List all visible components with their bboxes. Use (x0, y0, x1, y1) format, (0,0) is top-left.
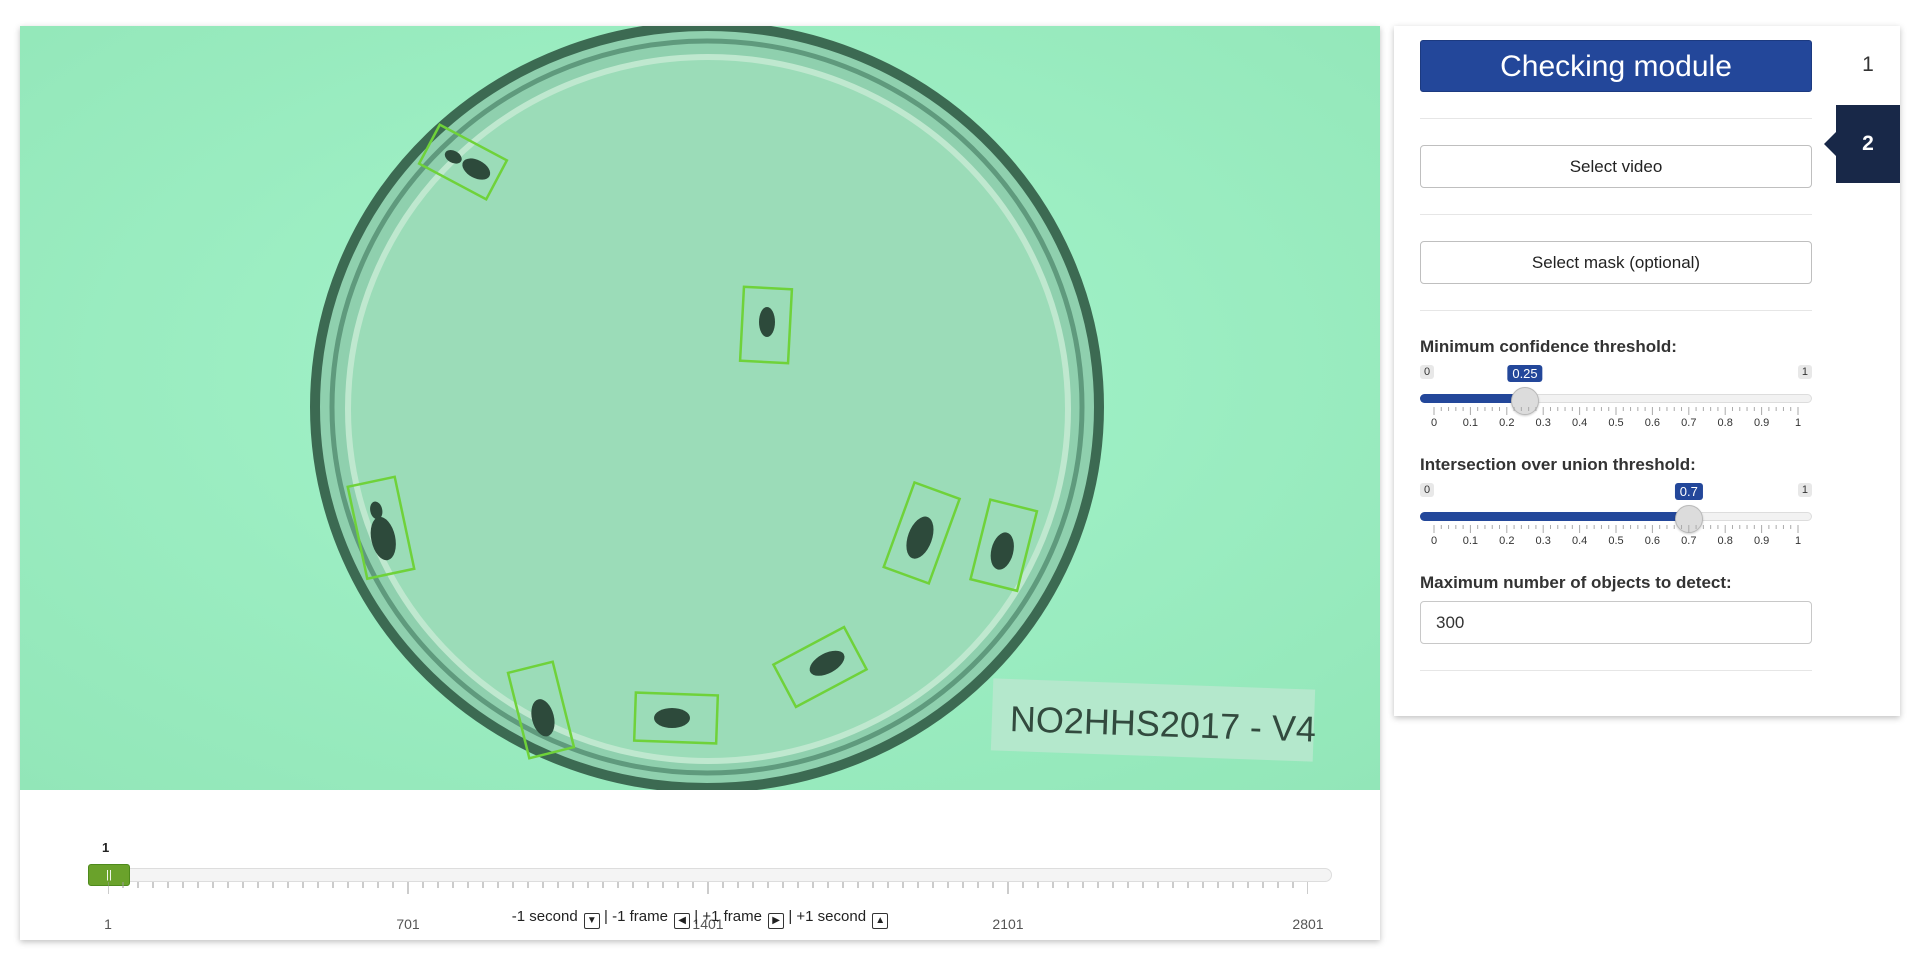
frame-slider-value: 1 (102, 840, 110, 855)
slider-grid-label: 0.3 (1535, 535, 1551, 547)
arrow-up-icon[interactable]: ▲ (872, 913, 889, 929)
slider-bar (1420, 394, 1525, 403)
slider-grid-label: 1 (1794, 417, 1802, 429)
slider-grid-ticks (1433, 525, 1799, 533)
slider-grid-label: 0.9 (1753, 417, 1770, 429)
minus-frame-label: -1 frame (612, 908, 668, 925)
slider-grid-label: 0.2 (1499, 417, 1515, 429)
slider-grid-label: 0.5 (1608, 535, 1624, 547)
slider-grid-label: 0 (1430, 417, 1438, 429)
panel-content: Checking module Select video Select mask… (1420, 40, 1812, 697)
max-objects-input[interactable]: 300 (1420, 601, 1812, 644)
slider-grid-label: 0.8 (1717, 535, 1733, 547)
slider-min-label: 0 (1420, 365, 1435, 379)
module-title-button[interactable]: Checking module (1420, 40, 1812, 92)
tab-2[interactable]: 2 (1824, 105, 1900, 183)
slider-grid-label: 0.6 (1644, 535, 1661, 547)
slider-grid-label: 0 (1430, 535, 1438, 547)
slider-grid-label: 0.7 (1681, 535, 1697, 547)
nav-separator: | (604, 908, 608, 925)
divider (1420, 118, 1812, 119)
slider-bar (1420, 512, 1689, 521)
select-mask-button[interactable]: Select mask (optional) (1420, 241, 1812, 284)
minus-second-label: -1 second (511, 908, 578, 925)
arrow-down-icon[interactable]: ▼ (583, 913, 600, 929)
slider-grid-ticks (1433, 407, 1799, 415)
video-panel: NO2HHS2017 - V4 1 || 1 701 1401 2101 280… (20, 26, 1380, 940)
slider-max-label: 1 (1797, 483, 1812, 497)
control-panel: Checking module Select video Select mask… (1394, 26, 1900, 716)
slider-grid-label: 0.6 (1644, 417, 1661, 429)
slider-grid-label: 0.2 (1499, 535, 1515, 547)
iou-threshold-slider[interactable]: 0 1 0.7 0 0.1 0.2 0.3 0.4 0.5 0.6 0.7 0.8 0.9 1 (1420, 483, 1812, 555)
plus-frame-label: +1 frame (702, 908, 762, 925)
nav-separator: | (694, 908, 699, 925)
tab-1[interactable]: 1 (1836, 26, 1900, 104)
frame-navigation: -1 second ▼ | -1 frame ◀ | +1 frame ▶ | … (20, 908, 1380, 929)
max-objects-label: Maximum number of objects to detect: (1420, 573, 1732, 592)
iou-threshold-label: Intersection over union threshold: (1420, 455, 1696, 474)
confidence-threshold-slider[interactable]: 0 1 0.25 0 0.1 0.2 0.3 0.4 0.5 0.6 0.7 0.8 0.9 1 (1420, 365, 1812, 437)
slider-value-label: 0.25 (1507, 365, 1543, 382)
divider (1420, 670, 1812, 671)
slider-max-label: 1 (1797, 365, 1812, 379)
slider-value-label: 0.7 (1674, 483, 1703, 500)
slider-grid-label: 0.4 (1571, 535, 1588, 547)
arrow-right-icon[interactable]: ▶ (768, 913, 785, 929)
frame-slider-track[interactable] (88, 868, 1332, 882)
frame-slider[interactable]: 1 || 1 701 1401 2101 2801 (88, 810, 1332, 932)
slider-grid: 0 0.1 0.2 0.3 0.4 0.5 0.6 0.7 0.8 0.9 1 (1420, 525, 1812, 555)
slider-grid-label: 0.8 (1717, 417, 1733, 429)
slider-grid-label: 0.1 (1462, 535, 1479, 547)
slider-min-label: 0 (1420, 483, 1435, 497)
slider-grid: 0 0.1 0.2 0.3 0.4 0.5 0.6 0.7 0.8 0.9 1 (1420, 407, 1812, 437)
slider-grid-label: 0.5 (1608, 417, 1624, 429)
arrow-left-icon[interactable]: ◀ (674, 913, 691, 929)
slider-grid-label: 1 (1794, 535, 1802, 547)
video-image: NO2HHS2017 - V4 (20, 26, 1380, 790)
select-video-button[interactable]: Select video (1420, 145, 1812, 188)
slider-grid-label: 0.9 (1753, 535, 1770, 547)
slider-grid-label: 0.3 (1535, 417, 1551, 429)
nav-separator: | (788, 908, 793, 925)
divider (1420, 310, 1812, 311)
video-label-sticker: NO2HHS2017 - V4 (990, 678, 1317, 762)
slider-grid-label: 0.4 (1571, 417, 1588, 429)
video-frame[interactable]: NO2HHS2017 - V4 (20, 26, 1380, 790)
slider-grid-label: 0.1 (1462, 417, 1479, 429)
divider (1420, 214, 1812, 215)
plus-second-label: +1 second (796, 908, 867, 925)
confidence-threshold-label: Minimum confidence threshold: (1420, 337, 1677, 356)
slider-grid-label: 0.7 (1681, 417, 1697, 429)
